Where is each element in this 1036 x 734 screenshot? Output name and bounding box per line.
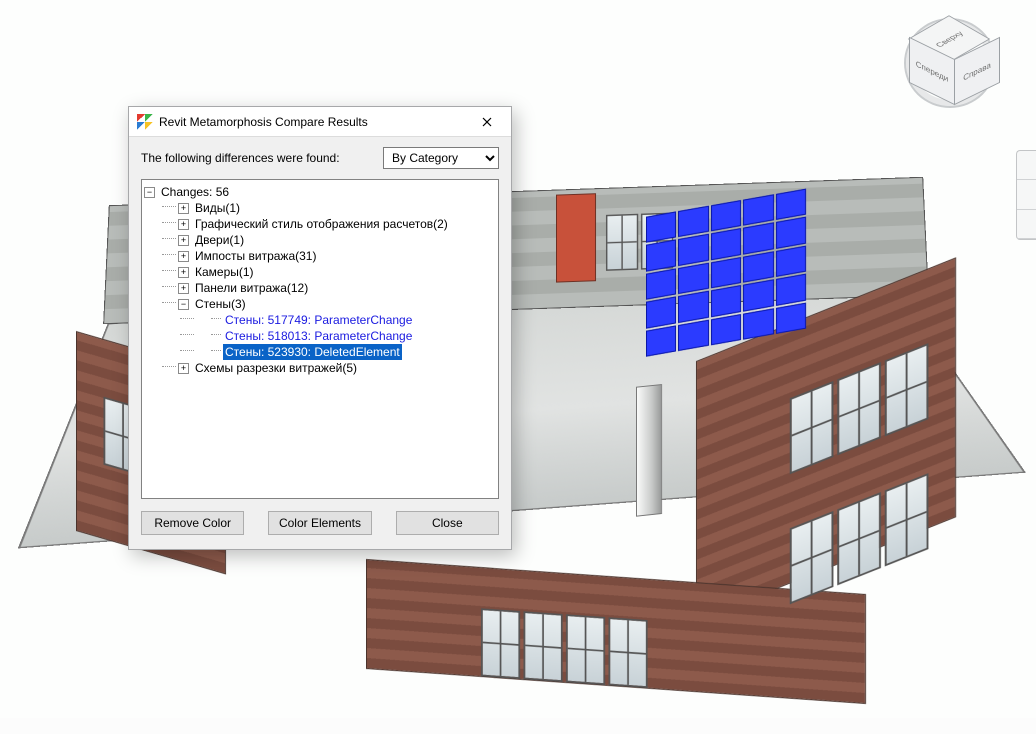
- tree-item-label: Стены: 523930: DeletedElement: [223, 344, 402, 360]
- titlebar[interactable]: Revit Metamorphosis Compare Results: [129, 107, 511, 137]
- tree-spacer: [196, 315, 207, 326]
- collapse-icon[interactable]: −: [144, 187, 155, 198]
- tree-item-selected[interactable]: Стены: 523930: DeletedElement: [144, 344, 496, 360]
- tree-item-label: Панели витража(12): [193, 280, 310, 296]
- tree-item-label: Схемы разрезки витражей(5): [193, 360, 359, 376]
- close-icon[interactable]: [465, 107, 509, 136]
- tree-spacer: [196, 331, 207, 342]
- collapse-icon[interactable]: −: [178, 299, 189, 310]
- expand-icon[interactable]: +: [178, 267, 189, 278]
- intro-label: The following differences were found:: [141, 151, 340, 165]
- tree-item[interactable]: + Двери(1): [144, 232, 496, 248]
- tree-spacer: [196, 347, 207, 358]
- tree-item-label: Двери(1): [193, 232, 246, 248]
- tree-item-label: Импосты витража(31): [193, 248, 318, 264]
- column: [636, 384, 662, 517]
- changes-tree[interactable]: −Changes: 56+Виды(1)+Графический стиль о…: [141, 179, 499, 499]
- tree-item[interactable]: Стены: 517749: ParameterChange: [144, 312, 496, 328]
- tree-item-label: Графический стиль отображения расчетов(2…: [193, 216, 450, 232]
- app-icon: [137, 114, 153, 130]
- tree-item[interactable]: + Панели витража(12): [144, 280, 496, 296]
- color-elements-button[interactable]: Color Elements: [268, 511, 371, 535]
- remove-color-button[interactable]: Remove Color: [141, 511, 244, 535]
- close-button[interactable]: Close: [396, 511, 499, 535]
- viewcube[interactable]: Сверху Спереди Справа: [904, 18, 996, 108]
- expand-icon[interactable]: +: [178, 363, 189, 374]
- group-by-select[interactable]: By CategoryBy LevelBy Type: [383, 147, 499, 169]
- dialog-title: Revit Metamorphosis Compare Results: [159, 115, 465, 129]
- tree-item-label: Камеры(1): [193, 264, 256, 280]
- tree-item-label: Стены(3): [193, 296, 248, 312]
- tree-item[interactable]: + Графический стиль отображения расчетов(…: [144, 216, 496, 232]
- tree-item-label: Changes: 56: [159, 184, 231, 200]
- tree-item[interactable]: + Виды(1): [144, 200, 496, 216]
- expand-icon[interactable]: +: [178, 251, 189, 262]
- compare-results-dialog: Revit Metamorphosis Compare Results The …: [128, 106, 512, 550]
- tree-item-label: Стены: 518013: ParameterChange: [223, 328, 414, 344]
- tree-item[interactable]: −Changes: 56: [144, 184, 496, 200]
- tree-item[interactable]: + Камеры(1): [144, 264, 496, 280]
- tree-item[interactable]: + Схемы разрезки витражей(5): [144, 360, 496, 376]
- expand-icon[interactable]: +: [178, 283, 189, 294]
- expand-icon[interactable]: +: [178, 235, 189, 246]
- tree-item-label: Виды(1): [193, 200, 242, 216]
- tree-item[interactable]: + Импосты витража(31): [144, 248, 496, 264]
- highlighted-curtain-wall[interactable]: [646, 189, 806, 357]
- expand-icon[interactable]: +: [178, 219, 189, 230]
- tree-item[interactable]: Стены: 518013: ParameterChange: [144, 328, 496, 344]
- expand-icon[interactable]: +: [178, 203, 189, 214]
- tree-item[interactable]: −Стены(3): [144, 296, 496, 312]
- nav-bar-side[interactable]: [1016, 150, 1036, 240]
- tree-item-label: Стены: 517749: ParameterChange: [223, 312, 414, 328]
